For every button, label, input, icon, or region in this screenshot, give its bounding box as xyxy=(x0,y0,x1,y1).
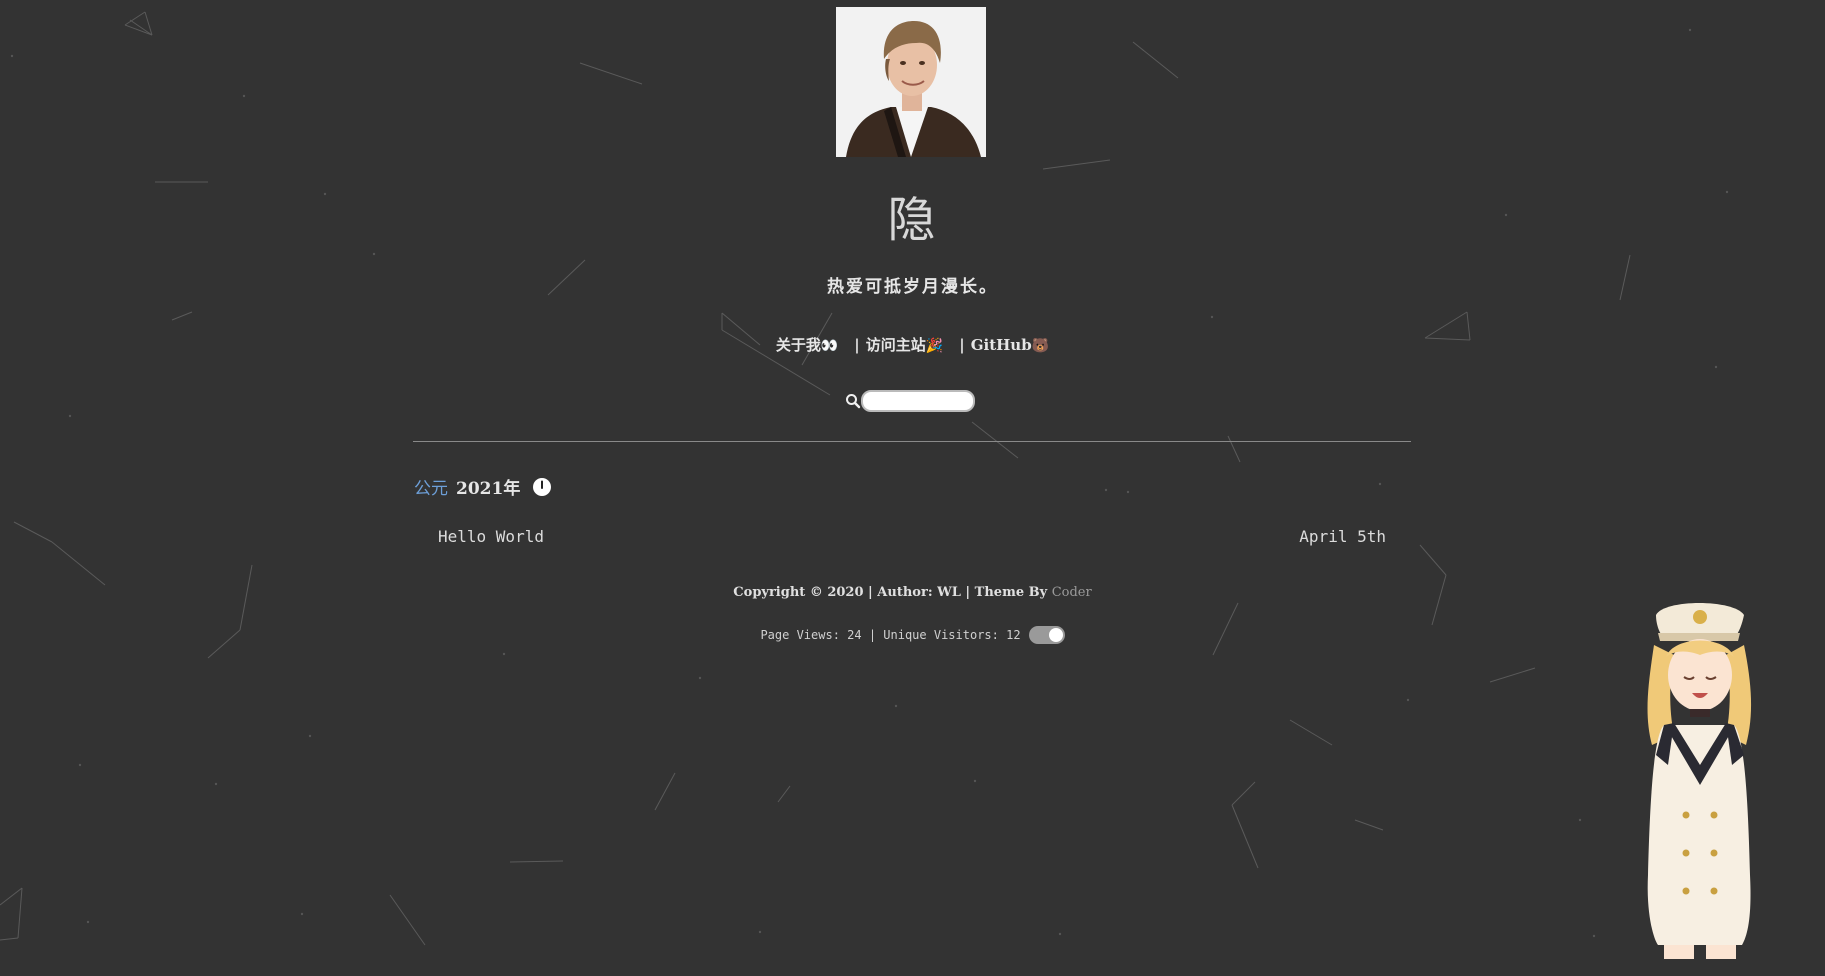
clock-icon xyxy=(533,477,552,496)
avatar[interactable] xyxy=(836,7,986,157)
bear-icon: 🐻 xyxy=(1031,338,1050,354)
footer-copyright: Copyright © 2020 | Author: WL | Theme By… xyxy=(0,585,1825,600)
era-label: 公元 xyxy=(414,479,448,499)
blog-page: 隐 热爱可抵岁月漫长。 关于我👀 | 访问主站🎉 | GitHub🐻 公元 2021年 … xyxy=(0,0,1825,976)
footer-stats: Page Views: 24 | Unique Visitors: 12 xyxy=(0,626,1825,644)
post-date: April 5th xyxy=(1299,527,1386,546)
avatar-portrait-image xyxy=(836,7,986,157)
eyes-icon: 👀 xyxy=(820,338,839,354)
nav-label-about: 关于我 xyxy=(775,336,821,354)
party-popper-icon: 🎉 xyxy=(925,338,944,354)
main-nav: 关于我👀 | 访问主站🎉 | GitHub🐻 xyxy=(0,334,1825,355)
mascot-character-image[interactable] xyxy=(1634,595,1764,960)
copyright-text: Copyright © 2020 | Author: WL | Theme By xyxy=(733,585,1052,600)
visitor-stats: Page Views: 24 | Unique Visitors: 12 xyxy=(760,628,1021,642)
nav-separator: | xyxy=(854,336,860,354)
content-divider xyxy=(413,441,1411,442)
archive-year: 2021年 xyxy=(456,479,521,499)
search-box xyxy=(845,390,975,412)
nav-link-github[interactable]: GitHub🐻 xyxy=(971,336,1049,354)
list-item: Hello World April 5th xyxy=(438,527,1386,546)
site-title: 隐 xyxy=(887,192,938,248)
nav-label-main-site: 访问主站 xyxy=(865,336,926,354)
archive-year-heading: 公元 2021年 xyxy=(414,474,552,499)
toggle-knob xyxy=(1048,628,1063,642)
nav-link-main-site[interactable]: 访问主站🎉 xyxy=(866,336,943,354)
nav-label-github: GitHub xyxy=(970,336,1032,354)
search-input[interactable] xyxy=(861,390,975,412)
dark-mode-toggle[interactable] xyxy=(1028,626,1065,644)
nav-separator: | xyxy=(959,336,965,354)
post-title-link[interactable]: Hello World xyxy=(438,527,544,546)
site-subtitle: 热爱可抵岁月漫长。 xyxy=(827,277,998,297)
theme-link[interactable]: Coder xyxy=(1052,585,1092,600)
search-icon[interactable] xyxy=(845,393,861,409)
nav-link-about[interactable]: 关于我👀 xyxy=(776,336,838,354)
